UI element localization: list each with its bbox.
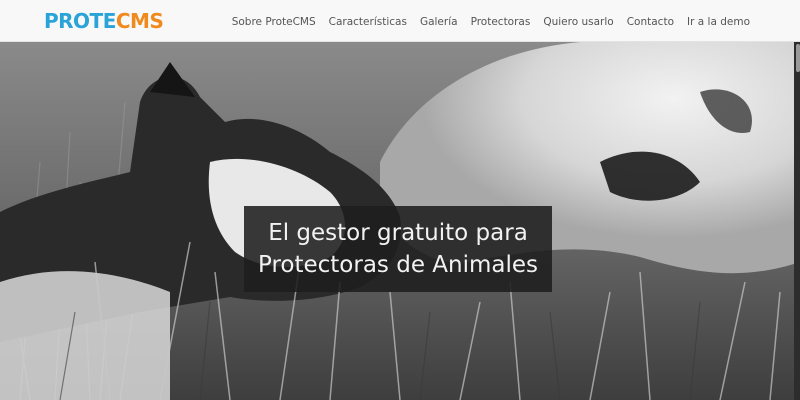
nav-item-contacto: Contacto — [627, 12, 674, 30]
nav-item-caracteristicas: Características — [329, 12, 407, 30]
main-nav: Sobre ProteCMS Características Galería P… — [219, 12, 750, 30]
nav-link-sobre-protecms[interactable]: Sobre ProteCMS — [232, 16, 316, 28]
nav-item-quiero-usarlo: Quiero usarlo — [543, 12, 613, 30]
nav-item-galeria: Galería — [420, 12, 458, 30]
logo-text-prote: PROTE — [44, 8, 116, 33]
protecms-logo[interactable]: PROTE CMS — [44, 8, 164, 33]
navbar: PROTE CMS Sobre ProteCMS Características … — [0, 0, 800, 42]
page-scrollbar[interactable] — [794, 42, 800, 400]
scrollbar-thumb[interactable] — [796, 44, 800, 72]
nav-link-quiero-usarlo[interactable]: Quiero usarlo — [543, 16, 613, 28]
hero-headline-line2: Protectoras de Animales — [257, 252, 539, 278]
nav-link-caracteristicas[interactable]: Características — [329, 16, 407, 28]
nav-item-demo: Ir a la demo — [687, 12, 750, 30]
hero-caption-box: El gestor gratuito para Protectoras de A… — [244, 206, 552, 292]
hero-banner: El gestor gratuito para Protectoras de A… — [0, 42, 800, 400]
nav-link-ir-a-la-demo[interactable]: Ir a la demo — [687, 16, 750, 28]
hero-headline-line1: El gestor gratuito para — [268, 220, 528, 246]
nav-item-sobre: Sobre ProteCMS — [232, 12, 316, 30]
nav-link-contacto[interactable]: Contacto — [627, 16, 674, 28]
nav-link-galeria[interactable]: Galería — [420, 16, 458, 28]
logo-text-cms: CMS — [115, 8, 164, 33]
nav-item-protectoras: Protectoras — [471, 12, 531, 30]
nav-link-protectoras[interactable]: Protectoras — [471, 16, 531, 28]
